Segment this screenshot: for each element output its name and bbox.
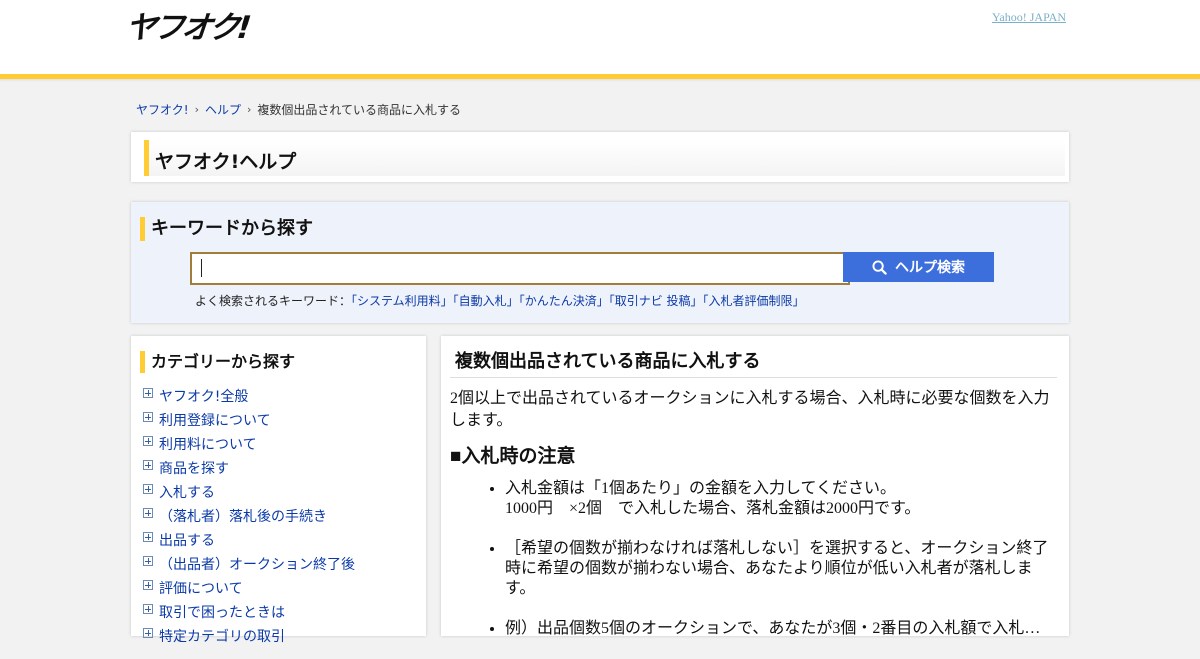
article-body: 2個以上で出品されているオークションに入札する場合、入札時に必要な個数を入力しま…: [450, 388, 1055, 659]
expand-plus-icon[interactable]: [143, 508, 153, 518]
category-item[interactable]: 入札する: [143, 480, 355, 504]
note-item: 入札金額は「1個あたり」の金額を入力してください。 1000円 ×2個 で入札し…: [505, 479, 1055, 519]
keyword-link[interactable]: 「かんたん決済」: [519, 294, 609, 308]
notes-list: 入札金額は「1個あたり」の金額を入力してください。 1000円 ×2個 で入札し…: [450, 479, 1055, 639]
site-header: ヤフオク! Yahoo! JAPAN: [0, 0, 1200, 74]
keyword-link[interactable]: 「入札者評価制限」: [703, 294, 805, 308]
expand-plus-icon[interactable]: [143, 604, 153, 614]
keyword-link[interactable]: 「システム利用料」: [351, 294, 453, 308]
breadcrumb-help-link[interactable]: ヘルプ: [205, 101, 241, 118]
section-heading: ■入札時の注意: [450, 446, 576, 467]
expand-plus-icon[interactable]: [143, 412, 153, 422]
help-title-panel: ヤフオク!ヘルプ: [131, 132, 1069, 182]
category-item[interactable]: （出品者）オークション終了後: [143, 552, 355, 576]
keyword-search-panel: キーワードから探す ヘルプ検索 よく検索されるキーワード：「システム利用料」「自…: [131, 202, 1069, 323]
category-item[interactable]: 取引で困ったときは: [143, 600, 355, 624]
search-icon: [872, 259, 887, 275]
expand-plus-icon[interactable]: [143, 436, 153, 446]
expand-plus-icon[interactable]: [143, 388, 153, 398]
expand-plus-icon[interactable]: [143, 460, 153, 470]
category-item[interactable]: 商品を探す: [143, 456, 355, 480]
chevron-right-icon: ›: [194, 103, 199, 116]
category-item[interactable]: （落札者）落札後の手続き: [143, 504, 355, 528]
expand-plus-icon[interactable]: [143, 580, 153, 590]
help-title[interactable]: ヤフオク!ヘルプ: [155, 147, 296, 174]
yahoo-japan-link[interactable]: Yahoo! JAPAN: [992, 10, 1066, 25]
popular-keywords-label: よく検索されるキーワード：: [195, 294, 352, 308]
help-search-button[interactable]: ヘルプ検索: [843, 252, 994, 282]
article-intro: 2個以上で出品されているオークションに入札する場合、入札時に必要な個数を入力しま…: [450, 390, 1050, 429]
note-item: 例）出品個数5個のオークションで、あなたが3個・2番目の入札額で入札…: [505, 619, 1055, 639]
category-item[interactable]: 評価について: [143, 576, 355, 600]
breadcrumb: ヤフオク! › ヘルプ › 複数個出品されている商品に入札する: [136, 101, 461, 118]
article-panel: 複数個出品されている商品に入札する 2個以上で出品されているオークションに入札す…: [441, 336, 1069, 637]
category-panel: カテゴリーから探す ヤフオク!全般 利用登録について 利用料について 商品を探す…: [131, 336, 426, 645]
keyword-link[interactable]: 「取引ナビ 投稿」: [609, 294, 703, 308]
category-list: ヤフオク!全般 利用登録について 利用料について 商品を探す 入札する （落札者…: [143, 384, 355, 648]
yafuoku-logo[interactable]: ヤフオク!: [124, 2, 251, 47]
category-item[interactable]: ヤフオク!全般: [143, 384, 355, 408]
expand-plus-icon[interactable]: [143, 532, 153, 542]
note-item: ［希望の個数が揃わなければ落札しない］を選択すると、オークション終了時に希望の個…: [505, 539, 1055, 599]
expand-plus-icon[interactable]: [143, 484, 153, 494]
category-item[interactable]: 利用料について: [143, 432, 355, 456]
help-search-button-label: ヘルプ検索: [895, 260, 965, 276]
article-title: 複数個出品されている商品に入札する: [450, 346, 1057, 378]
breadcrumb-current: 複数個出品されている商品に入札する: [257, 103, 462, 117]
expand-plus-icon[interactable]: [143, 556, 153, 566]
keyword-link[interactable]: 「自動入札」: [453, 294, 519, 308]
help-search-input[interactable]: [190, 252, 850, 285]
search-heading: キーワードから探す: [140, 217, 313, 241]
text-caret: [201, 259, 202, 277]
category-item[interactable]: 出品する: [143, 528, 355, 552]
breadcrumb-home-link[interactable]: ヤフオク!: [136, 101, 189, 118]
category-heading: カテゴリーから探す: [140, 351, 295, 373]
popular-keywords: よく検索されるキーワード：「システム利用料」「自動入札」「かんたん決済」「取引ナ…: [195, 292, 805, 309]
chevron-right-icon: ›: [247, 103, 252, 116]
category-item[interactable]: 利用登録について: [143, 408, 355, 432]
category-item[interactable]: 特定カテゴリの取引: [143, 624, 355, 648]
